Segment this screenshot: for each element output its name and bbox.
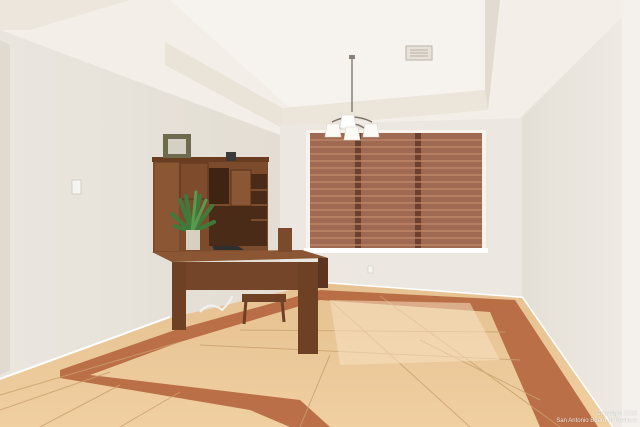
watermark-line-2: San Antonio Board of Realtors bbox=[556, 418, 637, 424]
watermark-line-1: Copyright 2024 bbox=[596, 411, 637, 417]
light-switch bbox=[71, 179, 82, 195]
room-photo: Copyright 2024 San Antonio Board of Real… bbox=[0, 0, 640, 427]
room-illustration bbox=[0, 0, 640, 427]
outlet bbox=[367, 265, 374, 274]
window-blinds bbox=[304, 130, 488, 253]
watermark: Copyright 2024 San Antonio Board of Real… bbox=[556, 411, 637, 425]
